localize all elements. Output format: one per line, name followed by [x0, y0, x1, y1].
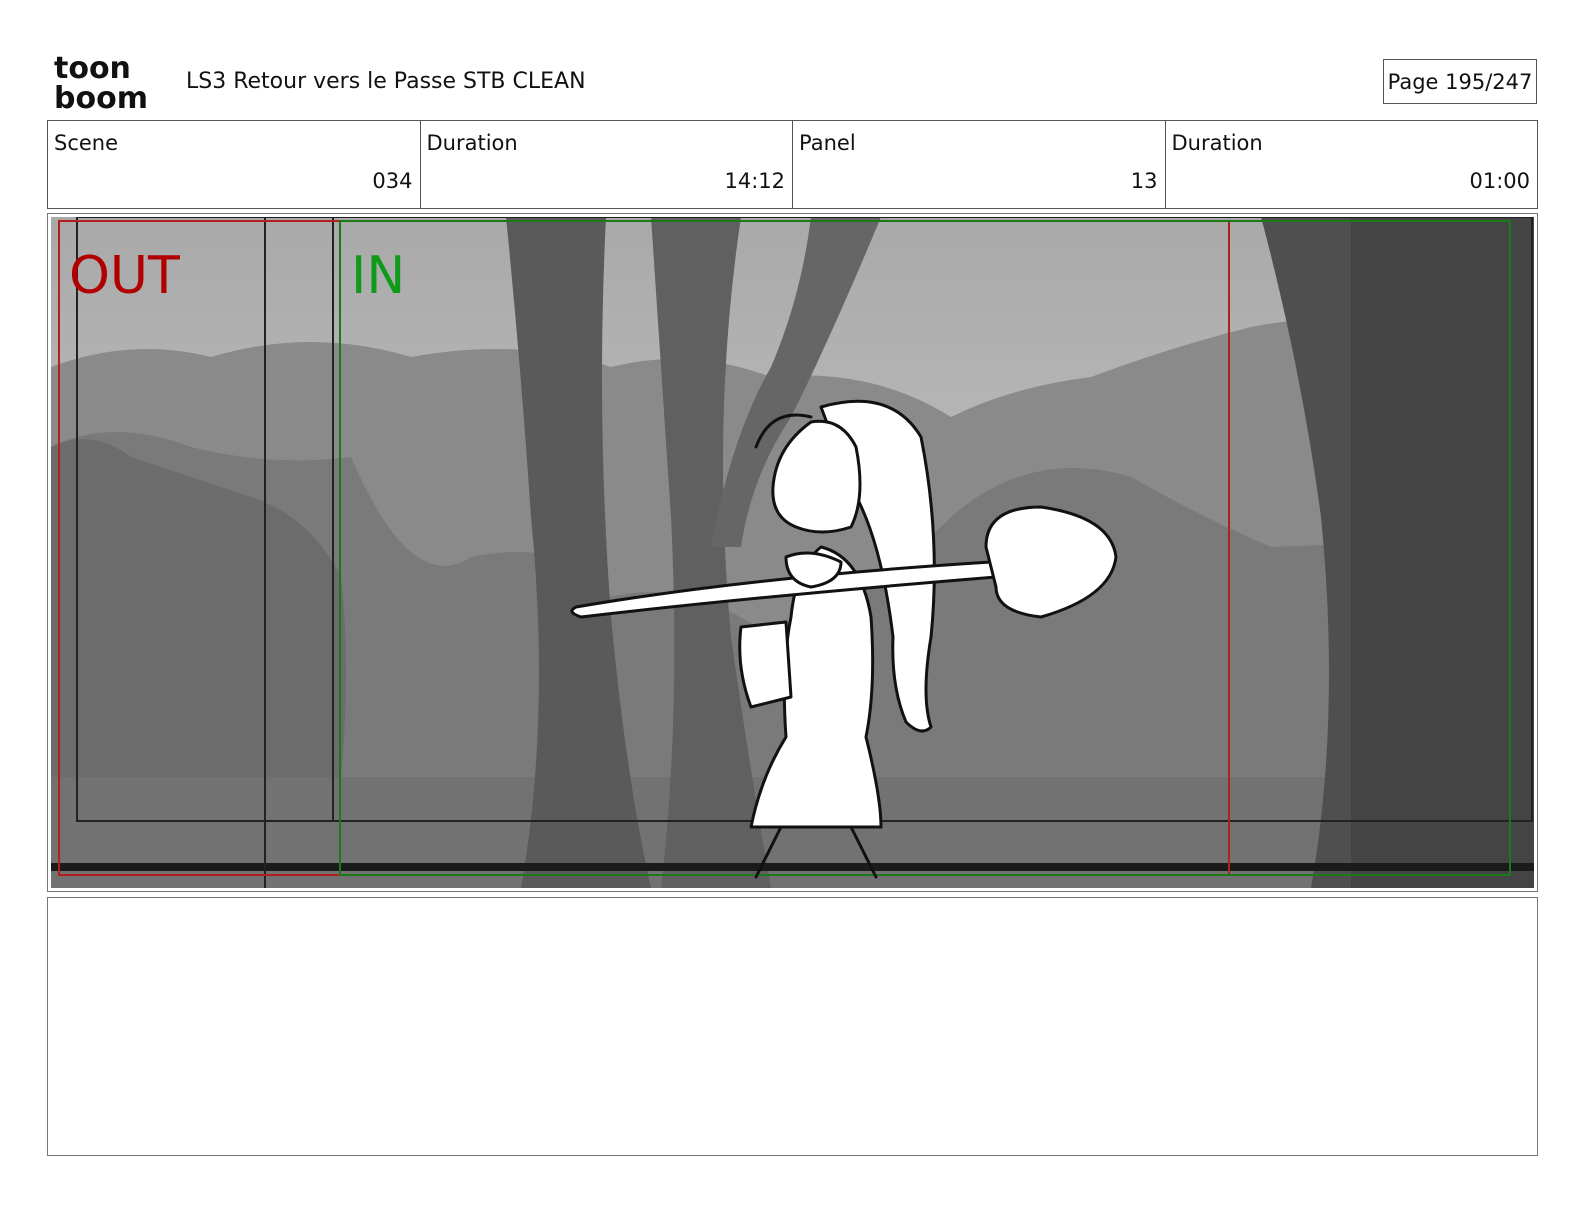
tree-trunk-right-shadow: [1351, 217, 1534, 888]
panel-label: Panel: [799, 131, 856, 155]
in-label: IN: [351, 246, 405, 306]
panel-cell: Panel 13: [792, 121, 1165, 208]
panel-duration-value: 01:00: [1469, 169, 1530, 193]
toon-boom-logo: toon boom: [54, 52, 148, 112]
page-indicator: Page 195/247: [1383, 59, 1537, 104]
scene-duration-label: Duration: [426, 131, 518, 155]
document-title: LS3 Retour vers le Passe STB CLEAN: [186, 69, 586, 94]
panel-value: 13: [1130, 169, 1158, 193]
scene-duration-cell: Duration 14:12: [419, 121, 793, 208]
out-label: OUT: [69, 246, 180, 306]
logo-text-bottom: boom: [54, 81, 148, 112]
panel-duration-label: Duration: [1171, 131, 1263, 155]
storyboard-panel: OUT IN: [47, 213, 1538, 892]
scene-label: Scene: [54, 131, 119, 155]
scene-cell: Scene 034: [48, 121, 420, 208]
scene-info-row: Scene 034 Duration 14:12 Panel 13 Durati…: [47, 120, 1538, 209]
scene-value: 034: [372, 169, 413, 193]
ground-line: [51, 863, 1534, 871]
scene-duration-value: 14:12: [724, 169, 785, 193]
panel-drawing: OUT IN: [51, 217, 1534, 888]
panel-duration-cell: Duration 01:00: [1164, 121, 1538, 208]
panel-notes-box: [47, 897, 1538, 1156]
